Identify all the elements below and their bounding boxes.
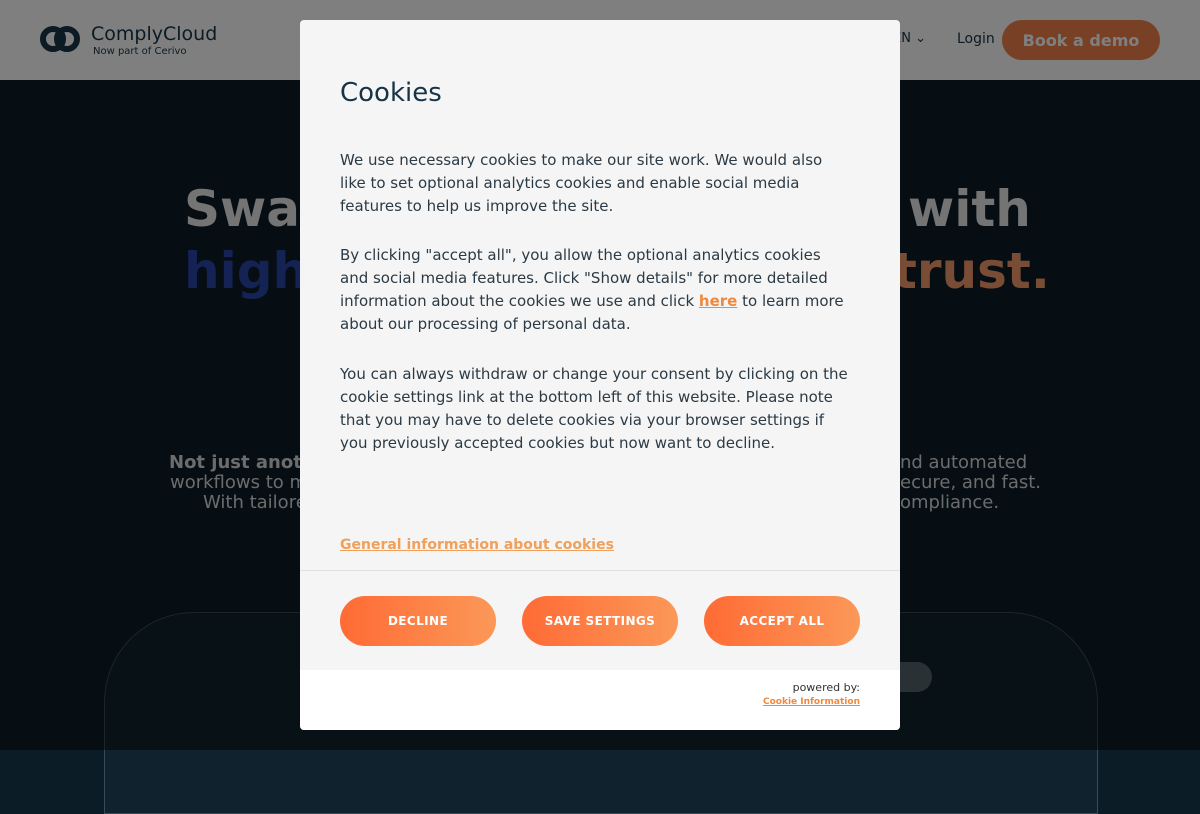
powered-by-footer: powered by: Cookie Information xyxy=(300,670,900,730)
cookie-accept-text: By clicking "accept all", you allow the … xyxy=(340,244,850,336)
cookie-intro-text: We use necessary cookies to make our sit… xyxy=(340,151,823,215)
powered-by-label: powered by: xyxy=(792,681,860,694)
accept-all-button[interactable]: ACCEPT ALL xyxy=(704,596,860,646)
dialog-title: Cookies xyxy=(340,78,442,108)
decline-button[interactable]: DECLINE xyxy=(340,596,496,646)
cookie-withdraw-text: You can always withdraw or change your c… xyxy=(340,365,848,452)
divider xyxy=(300,570,900,571)
general-cookie-info-link[interactable]: General information about cookies xyxy=(340,537,614,553)
save-settings-button[interactable]: SAVE SETTINGS xyxy=(522,596,678,646)
privacy-here-link[interactable]: here xyxy=(699,292,737,310)
cookie-consent-dialog: Cookies We use necessary cookies to make… xyxy=(300,20,900,730)
cookie-information-link[interactable]: Cookie Information xyxy=(763,697,860,707)
